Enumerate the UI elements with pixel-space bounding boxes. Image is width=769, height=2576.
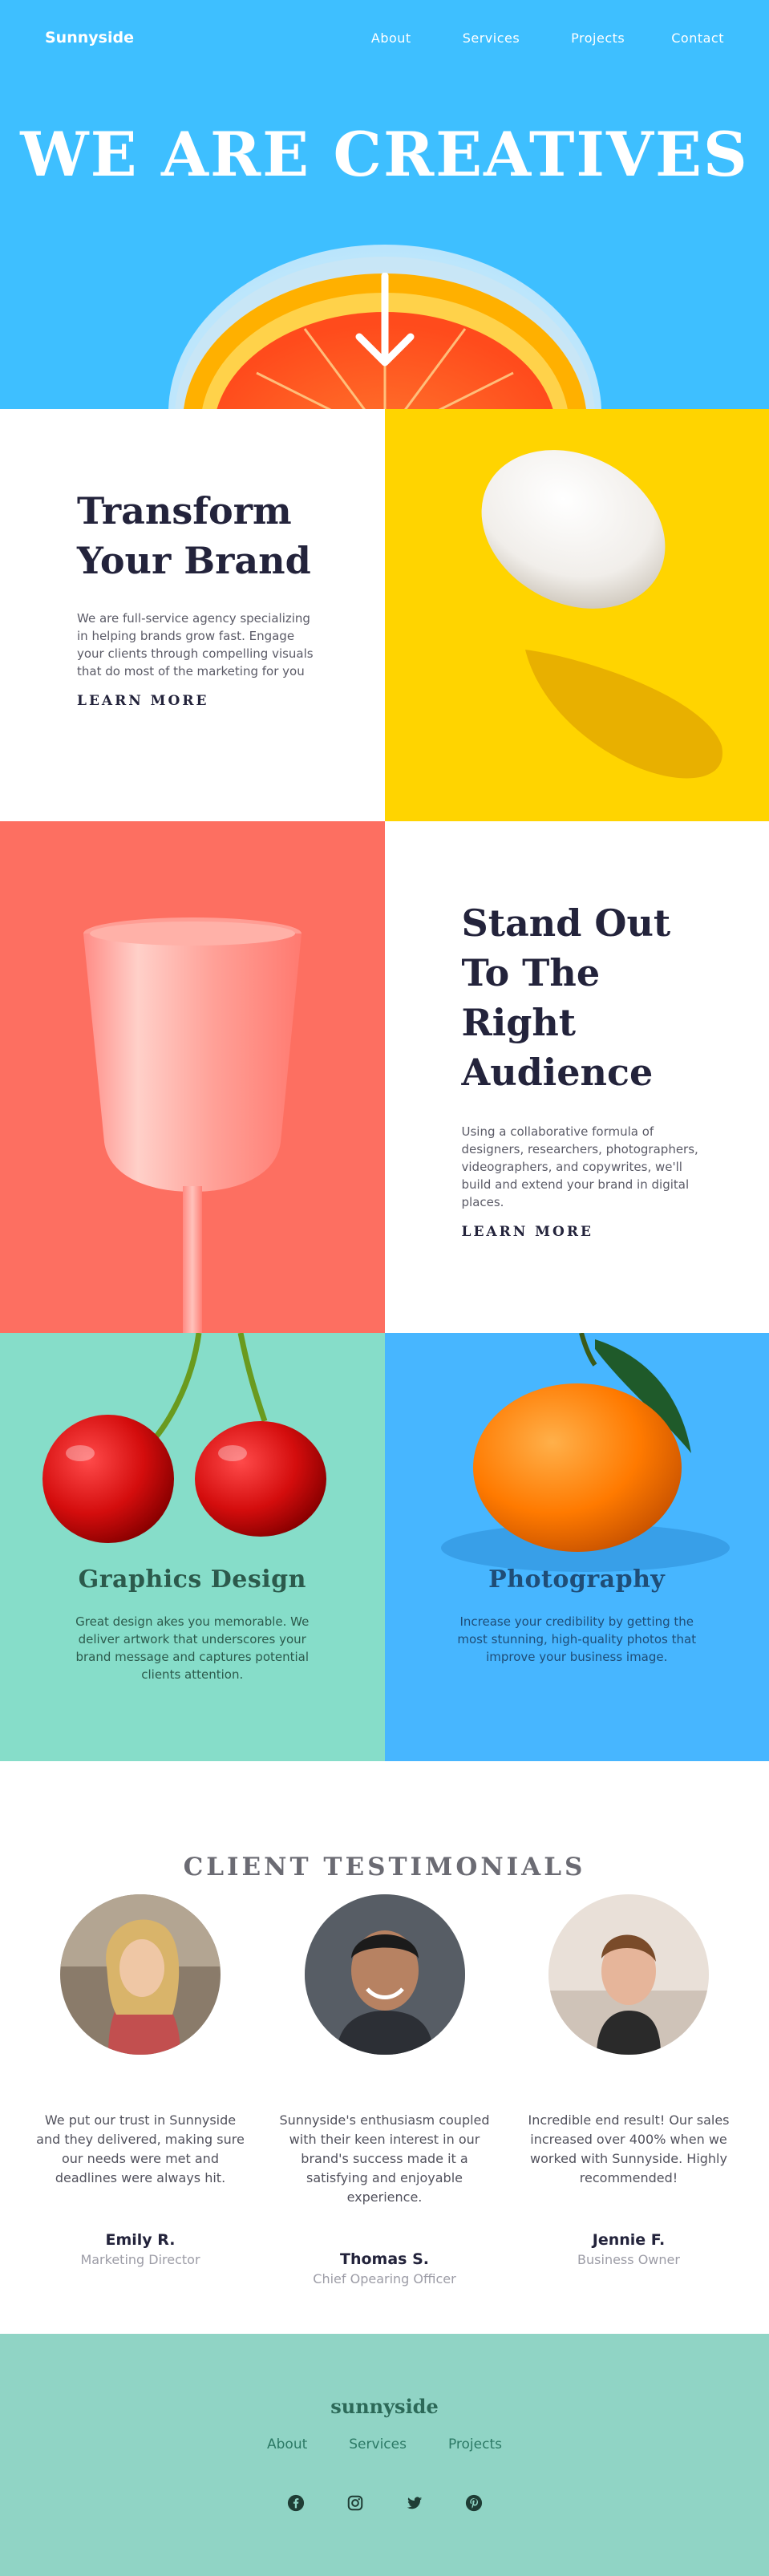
testimonial-role: Marketing Director [80,2252,200,2267]
testimonial-card: We put our trust in Sunnyside and they d… [32,1894,249,2286]
transform-text-block: Transform Your Brand We are full-service… [0,409,385,821]
transform-body: We are full-service agency specializing … [77,611,314,678]
top-nav: Sunnyside About Services Projects Contac… [45,29,724,47]
graphic-design-caption: Graphics Design Great design akes you me… [0,1565,385,1683]
photography-text: Increase your credibility by getting the… [457,1614,697,1664]
testimonials-heading: CLIENT TESTIMONIALS [183,1853,586,1881]
footer-nav: About Services Projects [0,2436,769,2452]
testimonial-name: Jennie F. [592,2231,666,2249]
graphic-design-text: Great design akes you memorable. We deli… [75,1614,310,1682]
avatar [548,1894,709,2055]
stand-out-heading-line-3: Right [461,1001,577,1044]
nav-links: About Services Projects Contact [371,30,724,46]
stand-out-learn-more-link[interactable]: LEARN MORE [462,1224,593,1240]
testimonials-section: CLIENT TESTIMONIALS We put our trust in … [0,1761,769,2334]
site-footer: sunnyside About Services Projects [0,2334,769,2576]
testimonial-quote: We put our trust in Sunnyside and they d… [36,2112,245,2185]
hero-section: Sunnyside About Services Projects Contac… [0,0,769,409]
cherries-illustration [42,1333,326,1543]
social-links [0,2494,769,2512]
footer-link-projects[interactable]: Projects [448,2436,502,2452]
testimonial-quote: Incredible end result! Our sales increas… [528,2112,730,2185]
stand-out-body: Using a collaborative formula of designe… [461,1124,698,1209]
testimonial-card: Sunnyside's enthusiasm coupled with thei… [277,1894,493,2286]
site-logo[interactable]: Sunnyside [45,29,134,47]
testimonials-list: We put our trust in Sunnyside and they d… [32,1894,737,2286]
photography-caption: Photography Increase your credibility by… [385,1565,769,1666]
photography-title: Photography [488,1565,666,1594]
hero-title: WE ARE CREATIVES [20,119,749,190]
nav-link-services[interactable]: Services [463,30,520,46]
nav-link-about[interactable]: About [371,30,411,46]
twitter-icon[interactable] [406,2494,423,2512]
photography-card: Photography Increase your credibility by… [384,1333,769,1761]
cup-image [0,821,385,1333]
orange-illustration [440,1333,730,1572]
stand-out-heading-line-2: To The [461,951,601,994]
cup-illustration [83,917,302,1333]
testimonial-name: Emily R. [105,2231,176,2249]
avatar [304,1894,465,2055]
arrow-down-icon[interactable] [354,273,415,372]
graphic-design-card: Graphics Design Great design akes you me… [0,1333,385,1761]
feature-row-transform: Transform Your Brand We are full-service… [0,409,769,821]
graphic-design-title: Graphics Design [78,1565,306,1594]
services-row: Graphics Design Great design akes you me… [0,1333,769,1761]
stand-out-text-block: Stand Out To The Right Audience Using a … [384,821,769,1333]
feature-row-stand-out: Stand Out To The Right Audience Using a … [0,821,769,1333]
stand-out-heading-line-1: Stand Out [461,901,671,945]
transform-learn-more-link[interactable]: LEARN MORE [77,693,208,709]
footer-link-services[interactable]: Services [349,2436,407,2452]
nav-link-projects[interactable]: Projects [571,30,625,46]
testimonial-name: Thomas S. [340,2250,429,2268]
stand-out-heading-line-4: Audience [461,1051,654,1094]
testimonial-card: Incredible end result! Our sales increas… [520,1894,737,2286]
testimonial-role: Chief Opearing Officer [313,2271,456,2286]
transform-heading-line-1: Transform [77,489,292,533]
nav-link-contact[interactable]: Contact [671,30,724,46]
facebook-icon[interactable] [287,2494,305,2512]
instagram-icon[interactable] [346,2494,364,2512]
egg-image [384,409,769,821]
stand-out-heading: Stand Out To The Right Audience [462,898,727,1097]
testimonial-role: Business Owner [577,2252,680,2267]
footer-link-about[interactable]: About [267,2436,307,2452]
avatar [60,1894,221,2055]
footer-logo[interactable]: sunnyside [0,2395,769,2418]
pinterest-icon[interactable] [465,2494,483,2512]
egg-illustration [481,450,722,779]
testimonial-quote: Sunnyside's enthusiasm coupled with thei… [279,2112,490,2205]
transform-heading-line-2: Your Brand [77,539,311,582]
transform-heading: Transform Your Brand [77,486,350,585]
